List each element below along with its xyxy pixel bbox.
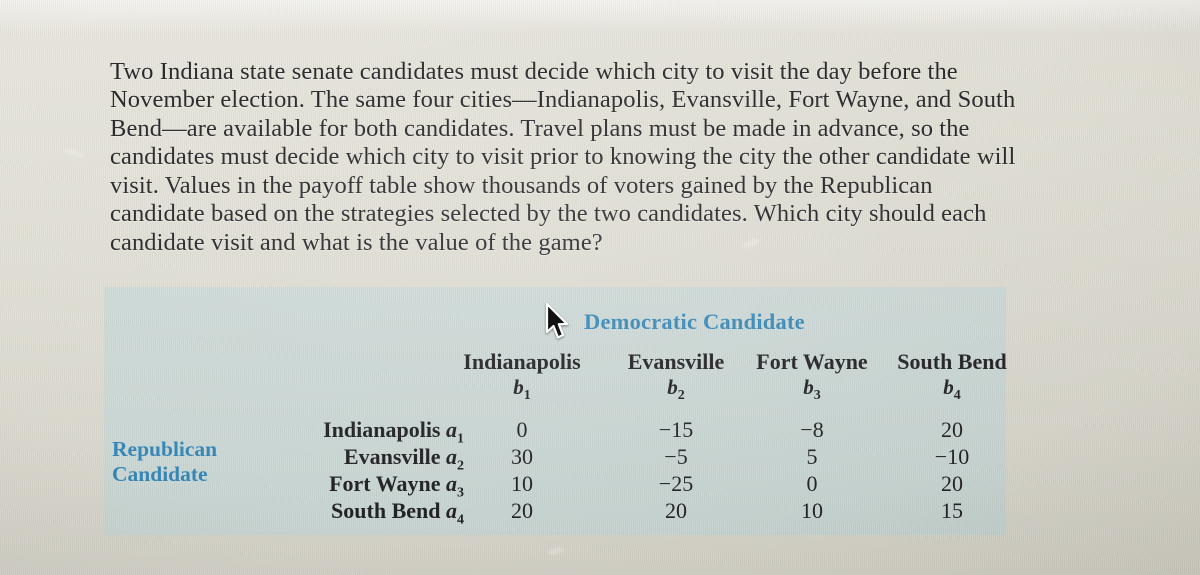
column-header-strategy-1: b1 <box>432 375 612 404</box>
payoff-cell-r4c1: 20 <box>511 498 533 523</box>
payoff-cell-r1c1: 0 <box>516 417 528 442</box>
column-strategy-letter-2: b <box>667 375 678 399</box>
democratic-candidate-label: Democratic Candidate <box>584 309 805 334</box>
row-header-city-1: Indianapolis <box>323 417 441 442</box>
column-strategy-index-1: 1 <box>523 388 531 404</box>
payoff-cell-r3c4: 20 <box>941 471 963 496</box>
column-strategy-letter-1: b <box>513 375 524 399</box>
column-header-strategy-4: b4 <box>862 375 1042 404</box>
row-header-city-2: Evansville <box>343 444 441 469</box>
payoff-cell-r2c1: 30 <box>511 444 533 469</box>
payoff-cell-r2c4: −10 <box>934 444 970 469</box>
textbook-photo: Two Indiana state senate candidates must… <box>0 0 1200 575</box>
column-strategy-index-3: 3 <box>813 388 821 404</box>
column-header-city-1: Indianapolis <box>463 349 581 374</box>
photo-smudge <box>62 147 86 159</box>
payoff-cell-r4c4: 15 <box>941 498 963 523</box>
republican-label-line-1: Republican <box>112 437 218 461</box>
republican-label-line-2: Candidate <box>112 462 208 486</box>
payoff-cell-r3c1: 10 <box>511 471 533 496</box>
republican-candidate-label: Republican Candidate <box>112 437 262 487</box>
photo-smudge <box>547 546 565 556</box>
payoff-cell-r1c4: 20 <box>941 417 963 442</box>
payoff-table-panel: Democratic Candidate Indianapolis b1 Eva… <box>104 287 1007 535</box>
row-header-city-4: South Bend <box>331 498 441 523</box>
row-header-city-3: Fort Wayne <box>329 471 441 496</box>
photo-top-glare <box>0 0 1200 34</box>
column-header-city-4: South Bend <box>897 349 1007 374</box>
column-strategy-index-4: 4 <box>953 388 961 404</box>
column-strategy-letter-4: b <box>943 375 954 399</box>
column-strategy-letter-3: b <box>803 375 814 399</box>
column-strategy-index-2: 2 <box>677 388 685 404</box>
problem-statement: Two Indiana state senate candidates must… <box>110 57 1016 257</box>
